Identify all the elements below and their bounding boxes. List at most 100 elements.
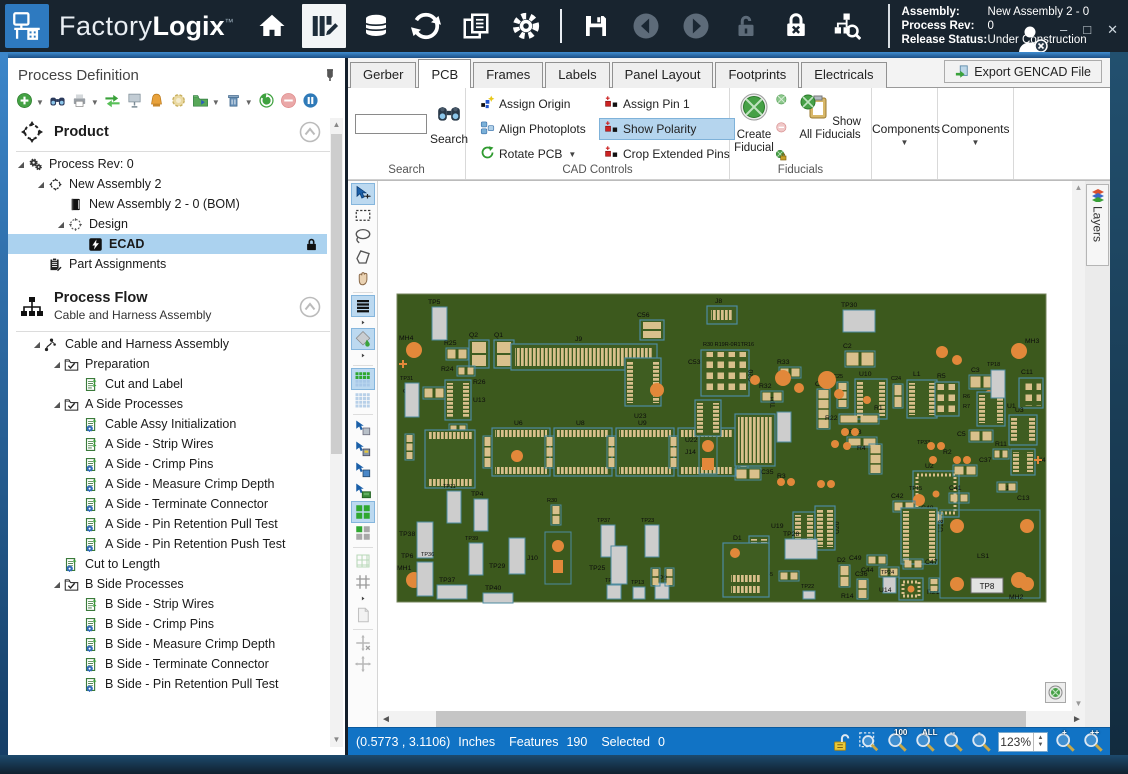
search-input[interactable] bbox=[355, 114, 427, 134]
tree-item[interactable]: A Side - Terminate Connector bbox=[8, 494, 345, 514]
polygon-tool-icon[interactable] bbox=[352, 247, 374, 267]
preview-button[interactable] bbox=[126, 92, 143, 109]
maximize-button[interactable]: □ bbox=[1083, 22, 1091, 38]
save-icon[interactable] bbox=[576, 6, 616, 46]
align-photoplots-button[interactable]: Align Photoplots bbox=[476, 119, 590, 139]
tree-expander[interactable]: ◢ bbox=[32, 340, 42, 349]
dropdown-caret-icon[interactable]: ▼ bbox=[212, 98, 220, 107]
tab-pcb[interactable]: PCB bbox=[418, 59, 471, 88]
tree-item[interactable]: A Side - Pin Retention Pull Test bbox=[8, 514, 345, 534]
tree-item[interactable]: A Side - Pin Retention Push Test bbox=[8, 534, 345, 554]
tree-expander[interactable]: ◢ bbox=[16, 160, 26, 169]
export-folder-button[interactable] bbox=[192, 92, 209, 109]
cam-b-icon[interactable] bbox=[352, 439, 374, 459]
reports-icon[interactable] bbox=[456, 6, 496, 46]
tree-item[interactable]: B Side - Pin Retention Pull Test bbox=[8, 674, 345, 694]
exchange-icon[interactable] bbox=[406, 6, 446, 46]
tree-item[interactable]: ECAD bbox=[8, 234, 345, 254]
undo-icon[interactable] bbox=[626, 6, 666, 46]
zoom-out-icon[interactable]: - bbox=[970, 731, 992, 753]
dropdown-caret-icon[interactable]: ▼ bbox=[91, 98, 99, 107]
tree-item[interactable]: ◢A Side Processes bbox=[8, 394, 345, 414]
fiducial-small-icon[interactable] bbox=[776, 94, 792, 115]
home-icon[interactable] bbox=[252, 6, 292, 46]
components-dropdown-2[interactable]: Components▼ bbox=[938, 122, 1013, 147]
activate-button[interactable] bbox=[258, 92, 275, 109]
zoom-window-icon[interactable] bbox=[858, 731, 880, 753]
pin-icon[interactable] bbox=[323, 68, 337, 82]
tree-expander[interactable]: ◢ bbox=[52, 360, 62, 369]
tree-item[interactable]: ◢Cable and Harness Assembly bbox=[8, 334, 345, 354]
caret-icon[interactable] bbox=[352, 317, 374, 328]
zoom-level-spinner[interactable]: 123%▲▼ bbox=[998, 732, 1048, 752]
zoom-in-fast-icon[interactable]: ++ bbox=[1082, 731, 1104, 753]
tree-item[interactable]: ◢Design bbox=[8, 214, 345, 234]
audit-search-icon[interactable] bbox=[826, 6, 866, 46]
search-icon[interactable] bbox=[436, 100, 462, 126]
pads-mixed-icon[interactable] bbox=[352, 523, 374, 543]
tree-item[interactable]: B Side - Crimp Pins bbox=[8, 614, 345, 634]
move-x-icon[interactable] bbox=[352, 633, 374, 653]
tab-footprints[interactable]: Footprints bbox=[715, 62, 799, 88]
fiducial-remove-icon[interactable] bbox=[776, 122, 792, 143]
tree-expander[interactable]: ◢ bbox=[52, 400, 62, 409]
paint-tool-icon[interactable] bbox=[352, 329, 374, 349]
caret-icon[interactable] bbox=[352, 593, 374, 604]
tree-item[interactable]: ◢New Assembly 2 bbox=[8, 174, 345, 194]
tree-item[interactable]: ◢Process Rev: 0 bbox=[8, 154, 345, 174]
layers-tab[interactable]: Layers bbox=[1086, 184, 1109, 266]
search-button-label[interactable]: Search bbox=[430, 132, 468, 146]
cam-a-icon[interactable] bbox=[352, 418, 374, 438]
close-button[interactable]: ✕ bbox=[1107, 22, 1118, 38]
show-all-fiducials-button[interactable]: Show All Fiducials bbox=[796, 92, 864, 142]
grid-active-icon[interactable] bbox=[352, 369, 374, 389]
caret-icon[interactable] bbox=[352, 350, 374, 361]
layers-tool-icon[interactable] bbox=[352, 296, 374, 316]
tab-electricals[interactable]: Electricals bbox=[801, 62, 886, 88]
lock-zoom-icon[interactable] bbox=[830, 731, 852, 753]
dropdown-caret-icon[interactable]: ▼ bbox=[36, 98, 44, 107]
cam-d-icon[interactable] bbox=[352, 481, 374, 501]
hash-grid-icon[interactable] bbox=[352, 572, 374, 592]
collapse-product-icon[interactable] bbox=[299, 121, 321, 143]
tree-item[interactable]: A Side - Crimp Pins bbox=[8, 454, 345, 474]
tree-item[interactable]: New Assembly 2 - 0 (BOM) bbox=[8, 194, 345, 214]
page-icon[interactable] bbox=[352, 605, 374, 625]
add-button[interactable] bbox=[16, 92, 33, 109]
vertical-scrollbar[interactable]: ▲▼ bbox=[1072, 181, 1085, 711]
grid-light-icon[interactable] bbox=[352, 390, 374, 410]
tree-item[interactable]: B Side - Terminate Connector bbox=[8, 654, 345, 674]
assign-pin-1-button[interactable]: Assign Pin 1 bbox=[600, 94, 734, 114]
hscroll-thumb[interactable] bbox=[436, 711, 1026, 728]
grid-disabled-icon[interactable] bbox=[352, 551, 374, 571]
fit-view-button[interactable] bbox=[1045, 682, 1066, 703]
pause-button[interactable] bbox=[302, 92, 319, 109]
tree-expander[interactable]: ◢ bbox=[56, 220, 66, 229]
lasso-tool-icon[interactable] bbox=[352, 226, 374, 246]
clean-button[interactable] bbox=[148, 92, 165, 109]
cam-c-icon[interactable] bbox=[352, 460, 374, 480]
user-status-icon[interactable] bbox=[1016, 24, 1050, 54]
delete-button[interactable] bbox=[225, 92, 242, 109]
settings-icon[interactable] bbox=[506, 6, 546, 46]
materials-icon[interactable] bbox=[356, 6, 396, 46]
unlock-icon[interactable] bbox=[726, 6, 766, 46]
tab-panel-layout[interactable]: Panel Layout bbox=[612, 62, 714, 88]
pads-green-icon[interactable] bbox=[352, 502, 374, 522]
marquee-tool-icon[interactable] bbox=[352, 205, 374, 225]
tree-item[interactable]: Part Assignments bbox=[8, 254, 345, 274]
tree-item[interactable]: Cut and Label bbox=[8, 374, 345, 394]
tree-item[interactable]: ◢B Side Processes bbox=[8, 574, 345, 594]
redo-icon[interactable] bbox=[676, 6, 716, 46]
zoom-100-icon[interactable]: 100 bbox=[886, 731, 908, 753]
tree-item[interactable]: B Side - Strip Wires bbox=[8, 594, 345, 614]
tree-scrollbar[interactable]: ▲▼ bbox=[330, 118, 343, 747]
tree-item[interactable]: Cable Assy Initialization bbox=[8, 414, 345, 434]
tree-expander[interactable]: ◢ bbox=[36, 180, 46, 189]
collapse-flow-icon[interactable] bbox=[299, 296, 321, 318]
plugin-button[interactable] bbox=[170, 92, 187, 109]
pan-tool-icon[interactable] bbox=[352, 268, 374, 288]
crop-extended-pins-button[interactable]: Crop Extended Pins bbox=[600, 144, 734, 164]
tree-item[interactable]: A Side - Strip Wires bbox=[8, 434, 345, 454]
tree-item[interactable]: A Side - Measure Crimp Depth bbox=[8, 474, 345, 494]
